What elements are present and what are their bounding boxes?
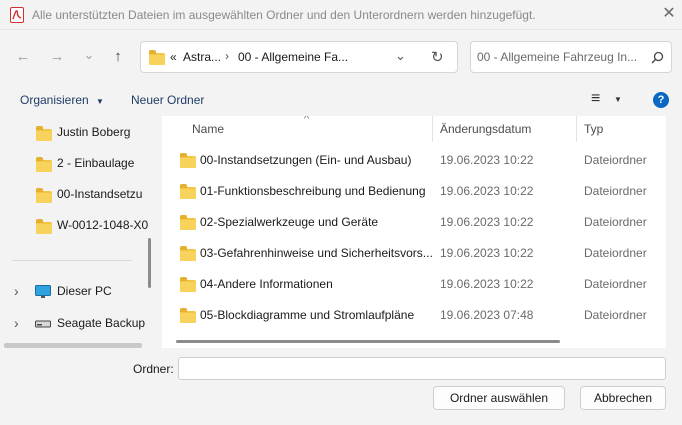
- folder-icon: [36, 126, 52, 141]
- row-name: 00-Instandsetzungen (Ein- und Ausbau): [200, 153, 412, 167]
- sidebar-item-this-pc[interactable]: › Dieser PC: [0, 277, 150, 305]
- sidebar-item-label: 2 - Einbaulage: [57, 156, 135, 170]
- row-date: 19.06.2023 10:22: [440, 184, 534, 198]
- breadcrumb-item-astra[interactable]: Astra...: [183, 50, 221, 64]
- organize-label: Organisieren: [20, 93, 89, 107]
- folder-icon: [36, 188, 52, 203]
- breadcrumb-overflow[interactable]: «: [170, 50, 177, 64]
- sidebar-item-folder[interactable]: W-0012-1048-X0: [0, 211, 150, 239]
- row-type: Dateiordner: [584, 246, 647, 260]
- sort-ascending-icon: ^: [304, 116, 310, 125]
- folder-icon: [180, 215, 196, 230]
- address-dropdown-icon[interactable]: ⌄: [395, 48, 406, 64]
- table-row[interactable]: 01-Funktionsbeschreibung und Bedienung 1…: [162, 176, 666, 207]
- sidebar-item-folder[interactable]: 2 - Einbaulage: [0, 149, 150, 177]
- search-icon[interactable]: [651, 51, 664, 64]
- chevron-right-icon[interactable]: ›: [14, 315, 19, 331]
- row-date: 19.06.2023 10:22: [440, 277, 534, 291]
- sidebar-horizontal-scrollbar[interactable]: [4, 343, 142, 348]
- drive-icon: [35, 320, 51, 328]
- row-type: Dateiordner: [584, 184, 647, 198]
- sidebar-scrollbar[interactable]: [148, 238, 151, 288]
- cancel-button[interactable]: Abbrechen: [580, 386, 666, 410]
- recent-locations-button[interactable]: ⌄: [78, 44, 100, 66]
- sidebar-item-label: Seagate Backup: [57, 316, 146, 330]
- column-header-type[interactable]: Typ: [584, 122, 603, 136]
- folder-icon: [36, 219, 52, 234]
- folder-icon: [180, 246, 196, 261]
- folder-icon: [180, 153, 196, 168]
- command-bar: Organisieren ▼ Neuer Ordner ≡ ▼ ?: [0, 88, 682, 114]
- help-icon[interactable]: ?: [653, 92, 669, 108]
- folder-icon: [180, 308, 196, 323]
- row-date: 19.06.2023 10:22: [440, 153, 534, 167]
- row-name: 04-Andere Informationen: [200, 277, 333, 291]
- row-type: Dateiordner: [584, 215, 647, 229]
- breadcrumb-separator: ›: [225, 49, 229, 63]
- folder-icon: [180, 277, 196, 292]
- sidebar-divider: [12, 260, 132, 261]
- title-bar: Alle unterstützten Dateien im ausgewählt…: [0, 0, 682, 30]
- sidebar-item-folder[interactable]: Justin Boberg: [0, 118, 150, 146]
- up-button[interactable]: ↑: [107, 46, 129, 68]
- table-row[interactable]: 05-Blockdiagramme und Stromlaufpläne 19.…: [162, 300, 666, 331]
- horizontal-scrollbar[interactable]: [176, 340, 560, 343]
- table-row[interactable]: 00-Instandsetzungen (Ein- und Ausbau) 19…: [162, 145, 666, 176]
- table-row[interactable]: 02-Spezialwerkzeuge und Geräte 19.06.202…: [162, 207, 666, 238]
- row-name: 05-Blockdiagramme und Stromlaufpläne: [200, 308, 415, 322]
- file-list: ^ Name Änderungsdatum Typ 00-Instandsetz…: [162, 116, 666, 348]
- chevron-down-icon: ▼: [96, 97, 104, 106]
- folder-field-label: Ordner:: [133, 362, 174, 376]
- new-folder-button[interactable]: Neuer Ordner: [131, 93, 204, 107]
- sidebar-item-label: Dieser PC: [57, 284, 112, 298]
- organize-menu[interactable]: Organisieren ▼: [20, 93, 104, 107]
- row-name: 03-Gefahrenhinweise und Sicherheitsvors.…: [200, 246, 433, 260]
- sidebar-item-label: 00-Instandsetzu: [57, 187, 143, 201]
- search-placeholder: 00 - Allgemeine Fahrzeug In...: [477, 50, 638, 64]
- select-folder-button[interactable]: Ordner auswählen: [433, 386, 565, 410]
- row-name: 01-Funktionsbeschreibung und Bedienung: [200, 184, 426, 198]
- folder-icon: [36, 157, 52, 172]
- row-type: Dateiordner: [584, 308, 647, 322]
- view-options-icon[interactable]: ≡: [591, 90, 600, 108]
- sidebar-item-seagate[interactable]: › Seagate Backup: [0, 309, 150, 337]
- refresh-icon[interactable]: ↻: [431, 48, 444, 66]
- monitor-icon: [35, 285, 51, 298]
- chevron-right-icon[interactable]: ›: [14, 283, 19, 299]
- column-divider[interactable]: [576, 116, 577, 142]
- back-button[interactable]: ←: [12, 46, 34, 68]
- sidebar-item-folder[interactable]: 00-Instandsetzu: [0, 180, 150, 208]
- navigation-pane: Justin Boberg 2 - Einbaulage 00-Instands…: [0, 116, 150, 348]
- view-dropdown-icon[interactable]: ▼: [614, 95, 622, 104]
- search-box[interactable]: 00 - Allgemeine Fahrzeug In...: [470, 41, 672, 73]
- row-date: 19.06.2023 10:22: [440, 246, 534, 260]
- sidebar-item-label: W-0012-1048-X0: [57, 218, 149, 232]
- window-title: Alle unterstützten Dateien im ausgewählt…: [32, 8, 536, 22]
- row-type: Dateiordner: [584, 277, 647, 291]
- table-row[interactable]: 03-Gefahrenhinweise und Sicherheitsvors.…: [162, 238, 666, 269]
- table-row[interactable]: 04-Andere Informationen 19.06.2023 10:22…: [162, 269, 666, 300]
- row-date: 19.06.2023 07:48: [440, 308, 534, 322]
- close-icon[interactable]: ✕: [660, 4, 678, 24]
- address-bar[interactable]: « Astra... › 00 - Allgemeine Fa... ⌄ ↻: [140, 41, 458, 73]
- pdf-app-icon: [10, 7, 24, 23]
- row-type: Dateiordner: [584, 153, 647, 167]
- row-name: 02-Spezialwerkzeuge und Geräte: [200, 215, 379, 229]
- forward-button[interactable]: →: [46, 46, 68, 68]
- row-date: 19.06.2023 10:22: [440, 215, 534, 229]
- sidebar-item-label: Justin Boberg: [57, 125, 131, 139]
- column-header-date[interactable]: Änderungsdatum: [440, 122, 531, 136]
- column-header-name[interactable]: Name: [192, 122, 224, 136]
- folder-icon: [149, 50, 165, 65]
- breadcrumb-item-current[interactable]: 00 - Allgemeine Fa...: [238, 50, 348, 64]
- folder-icon: [180, 184, 196, 199]
- column-divider[interactable]: [432, 116, 433, 142]
- folder-name-input[interactable]: [178, 357, 666, 380]
